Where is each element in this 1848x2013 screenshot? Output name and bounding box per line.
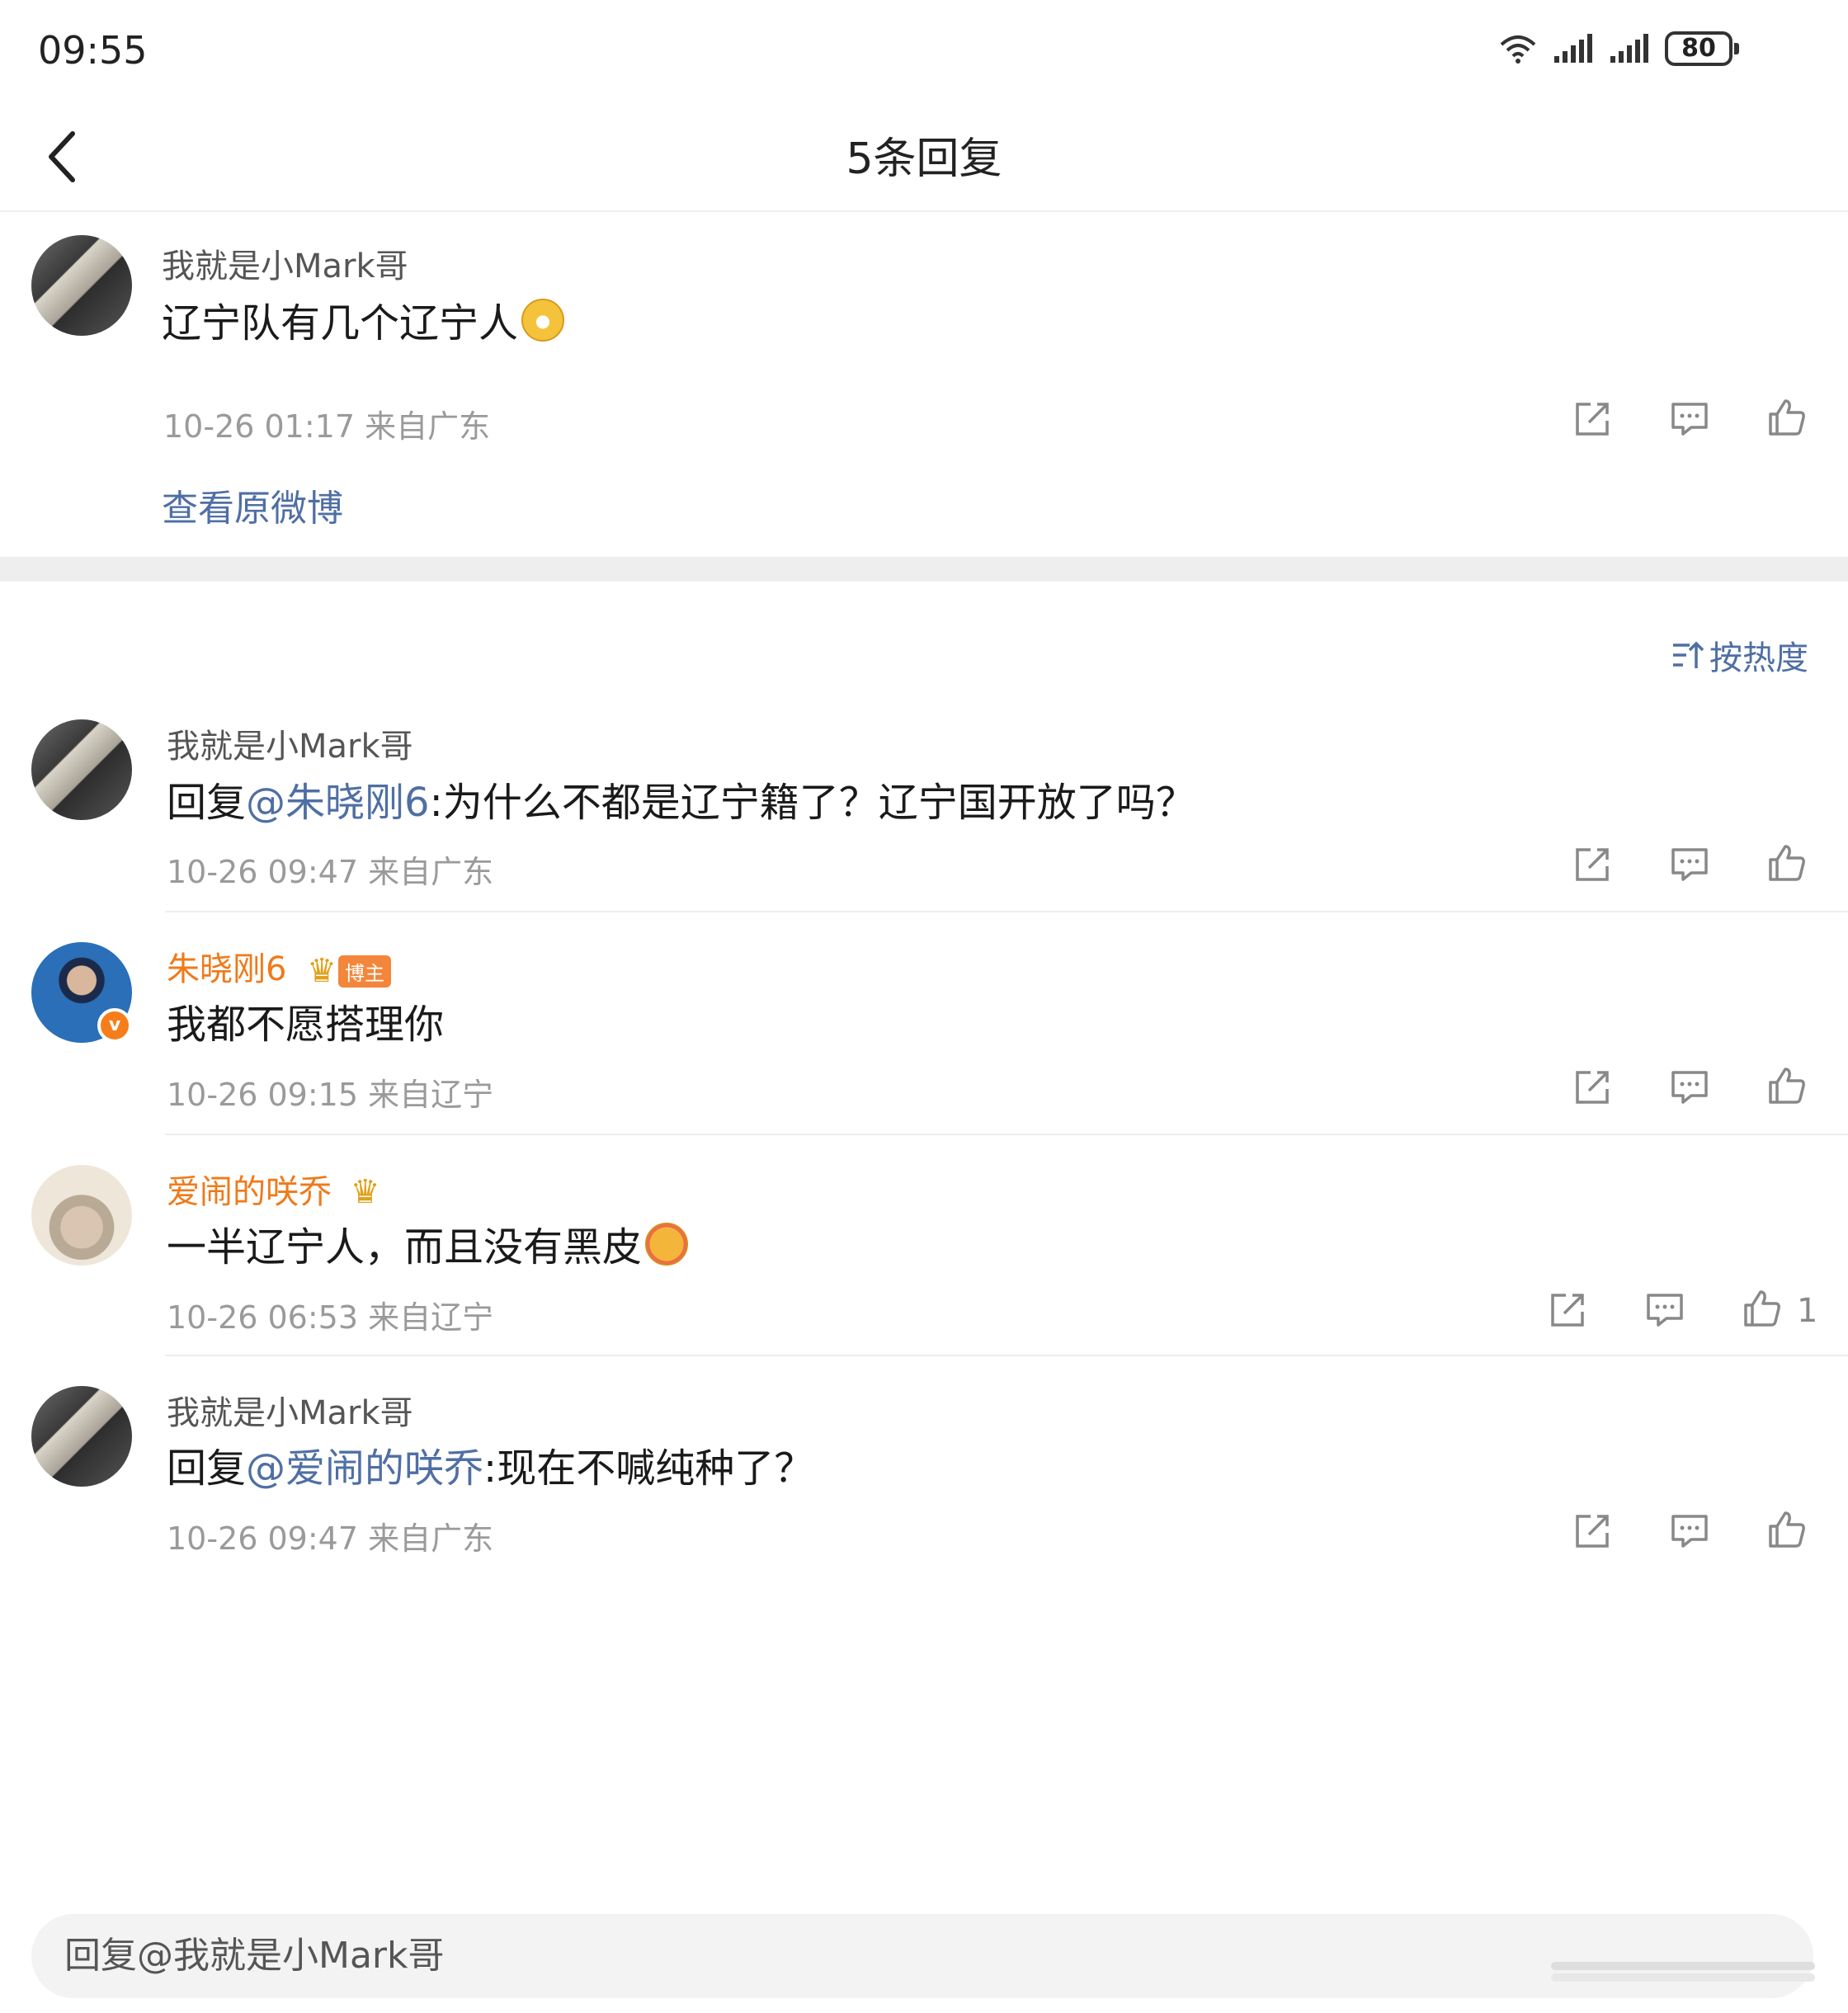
verified-icon: v <box>97 1008 132 1043</box>
location: 来自广东 <box>365 408 491 445</box>
blush-emoji-icon <box>645 1223 689 1266</box>
reply-prefix: 回复 <box>167 780 247 826</box>
like-icon[interactable] <box>1742 1289 1782 1328</box>
reply-text: 回复@朱晓刚6:为什么不都是辽宁籍了？辽宁国开放了吗？ <box>167 770 1195 827</box>
timestamp: 10-26 09:47 <box>167 854 359 890</box>
battery-icon: 80 <box>1665 31 1739 66</box>
blogger-badge: ♛ 博主 <box>307 952 392 990</box>
section-separator <box>0 557 1848 582</box>
username[interactable]: 我就是小Mark哥 <box>167 1386 413 1434</box>
username[interactable]: 朱晓刚6 <box>167 950 286 988</box>
share-icon[interactable] <box>1572 845 1612 884</box>
blogger-badge-label: 博主 <box>338 955 392 988</box>
gesture-indicator-icon <box>1551 1962 1815 1982</box>
share-icon[interactable] <box>1572 1511 1612 1551</box>
location: 来自广东 <box>368 854 494 890</box>
share-icon[interactable] <box>1548 1290 1587 1330</box>
comment-text: 辽宁队有几个辽宁人 <box>162 290 565 348</box>
username-row: 朱晓刚6 ♛ 博主 <box>167 942 392 990</box>
divider <box>0 210 1848 212</box>
comment-text-body: 辽宁队有几个辽宁人 <box>162 300 519 346</box>
reply-body: 一半辽宁人，而且没有黑皮 <box>167 1224 643 1270</box>
like-icon[interactable] <box>1767 843 1807 883</box>
comment-icon[interactable] <box>1670 1511 1709 1551</box>
view-original-link[interactable]: 查看原微博 <box>162 478 343 531</box>
mention-link[interactable]: @朱晓刚6 <box>246 780 430 826</box>
reply-text: 我都不愿搭理你 <box>167 1002 445 1048</box>
status-time: 09:55 <box>38 28 148 73</box>
share-icon[interactable] <box>1572 1068 1612 1107</box>
location: 来自辽宁 <box>368 1077 494 1113</box>
comment-meta: 10-26 09:47 来自广东 <box>167 1513 493 1558</box>
location: 来自辽宁 <box>368 1299 494 1336</box>
comment-meta: 10-26 09:15 来自辽宁 <box>167 1069 493 1115</box>
comment-icon[interactable] <box>1670 845 1709 884</box>
signal-icon <box>1610 34 1648 63</box>
reply-input[interactable]: 回复@我就是小Mark哥 <box>31 1914 1813 1998</box>
sort-label: 按热度 <box>1709 639 1808 677</box>
comment-meta: 10-26 09:47 来自广东 <box>167 846 493 892</box>
comment-meta: 10-26 01:17 来自广东 <box>163 401 490 446</box>
crown-icon: ♛ <box>307 952 337 990</box>
row-divider <box>165 1355 1848 1356</box>
like-count: 1 <box>1797 1292 1818 1330</box>
reply-text: 回复@爱闹的咲乔:现在不喊纯种了？ <box>167 1436 813 1493</box>
comment-meta: 10-26 06:53 来自辽宁 <box>167 1292 493 1337</box>
timestamp: 10-26 01:17 <box>163 408 356 445</box>
sort-button[interactable]: 按热度 <box>1671 631 1808 679</box>
share-icon[interactable] <box>1572 399 1612 439</box>
grin-emoji-icon <box>521 299 565 342</box>
reply-body: :为什么不都是辽宁籍了？辽宁国开放了吗？ <box>429 780 1195 826</box>
status-icons: 80 <box>1498 31 1739 66</box>
reply-prefix: 回复 <box>167 1445 247 1492</box>
username-row: 爱闹的咲乔 ♛ <box>167 1165 380 1213</box>
row-divider <box>165 911 1848 912</box>
crown-icon: ♛ <box>350 1173 380 1211</box>
mention-link[interactable]: @爱闹的咲乔 <box>246 1445 483 1492</box>
sort-icon <box>1673 641 1704 668</box>
username[interactable]: 我就是小Mark哥 <box>167 719 413 767</box>
timestamp: 10-26 06:53 <box>167 1299 359 1336</box>
timestamp: 10-26 09:47 <box>167 1520 359 1557</box>
username[interactable]: 爱闹的咲乔 <box>167 1173 332 1211</box>
avatar[interactable] <box>31 1386 132 1487</box>
location: 来自广东 <box>368 1520 494 1557</box>
comment-icon[interactable] <box>1670 399 1709 439</box>
signal-icon <box>1554 34 1592 63</box>
username[interactable]: 我就是小Mark哥 <box>162 239 408 287</box>
like-icon[interactable] <box>1767 1066 1807 1106</box>
avatar[interactable] <box>31 235 132 336</box>
timestamp: 10-26 09:15 <box>167 1077 359 1113</box>
page-title: 5条回复 <box>846 134 1002 184</box>
avatar[interactable] <box>31 1165 132 1266</box>
reply-text: 一半辽宁人，而且没有黑皮 <box>167 1214 689 1272</box>
row-divider <box>165 1134 1848 1135</box>
reply-body: :现在不喊纯种了？ <box>483 1445 814 1492</box>
comment-icon[interactable] <box>1645 1290 1685 1330</box>
comment-icon[interactable] <box>1670 1068 1709 1107</box>
wifi-icon <box>1500 35 1536 64</box>
like-icon[interactable] <box>1767 1510 1807 1549</box>
like-icon[interactable] <box>1767 398 1807 437</box>
avatar[interactable] <box>31 719 132 820</box>
